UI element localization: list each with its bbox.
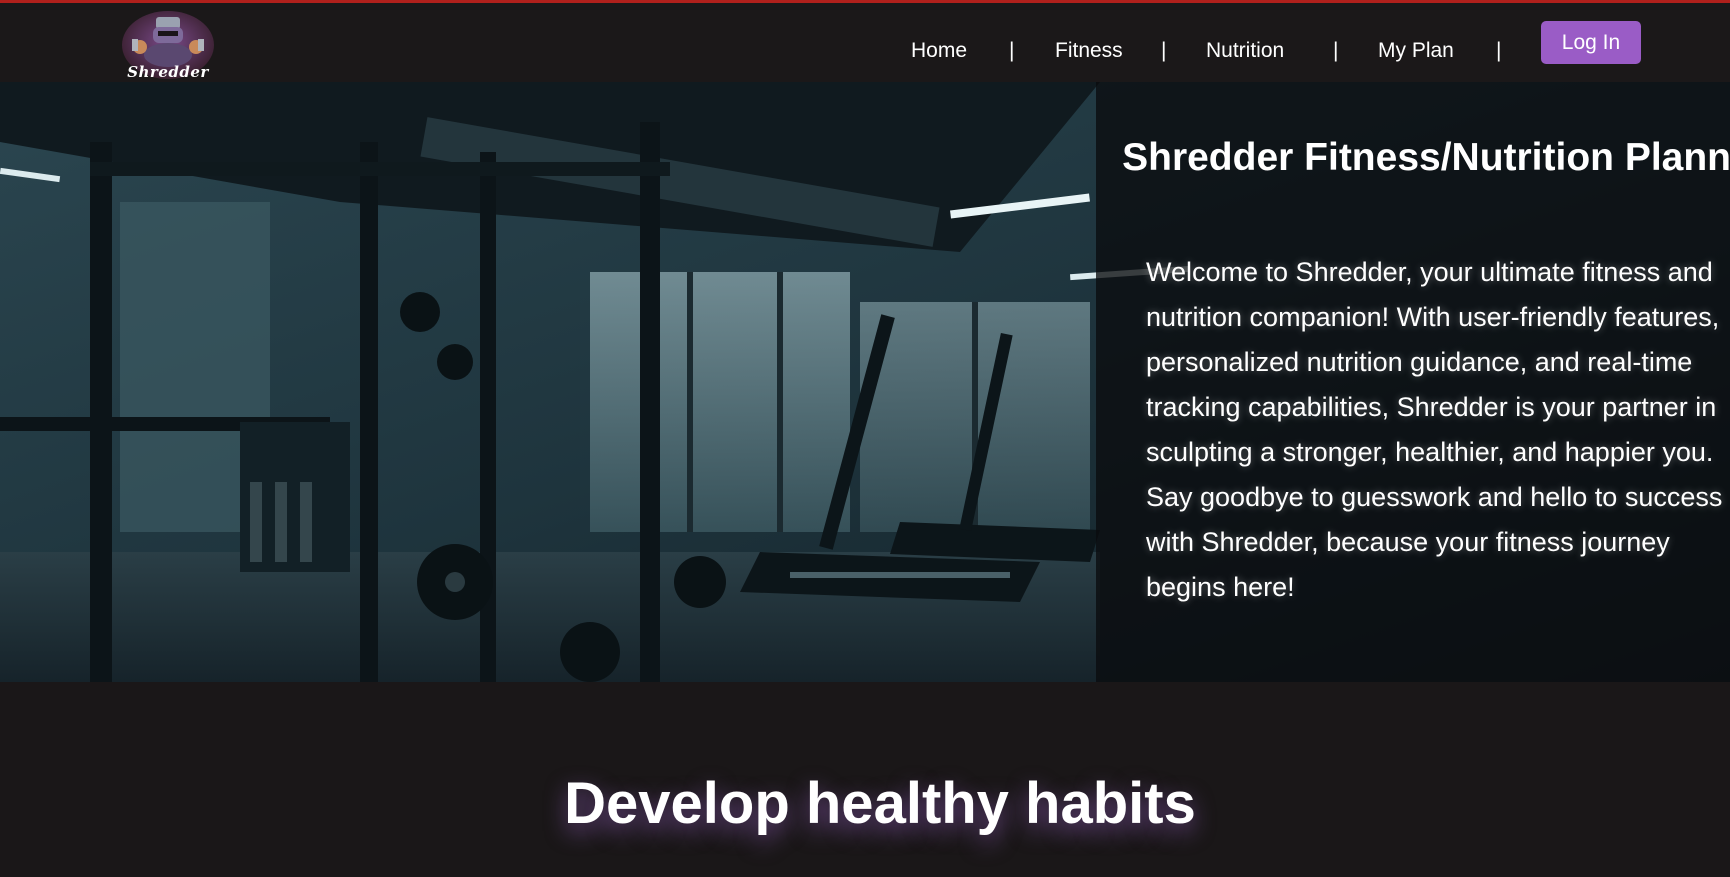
- hero-title: Shredder Fitness/Nutrition Planner: [1122, 136, 1730, 179]
- hero-description: Welcome to Shredder, your ultimate fitne…: [1146, 257, 1723, 602]
- nav-home-link[interactable]: Home: [911, 39, 967, 63]
- nav-separator: |: [1009, 39, 1015, 62]
- page: Shredder Home | Fitness | Nutrition | My…: [0, 0, 1730, 877]
- nav-nutrition-link[interactable]: Nutrition: [1206, 39, 1284, 63]
- nav-fitness-link[interactable]: Fitness: [1055, 39, 1123, 63]
- nav-separator: |: [1161, 39, 1167, 62]
- navbar: Shredder Home | Fitness | Nutrition | My…: [0, 3, 1730, 82]
- hero-section: Shredder Fitness/Nutrition Planner Welco…: [0, 82, 1730, 682]
- login-button[interactable]: Log In: [1541, 21, 1641, 64]
- nav-separator: |: [1496, 39, 1502, 62]
- nav-separator: |: [1333, 39, 1339, 62]
- nav-my-plan-link[interactable]: My Plan: [1378, 39, 1454, 63]
- nav-links: Home | Fitness | Nutrition | My Plan |: [0, 3, 1730, 82]
- section-title: Develop healthy habits: [564, 771, 1196, 836]
